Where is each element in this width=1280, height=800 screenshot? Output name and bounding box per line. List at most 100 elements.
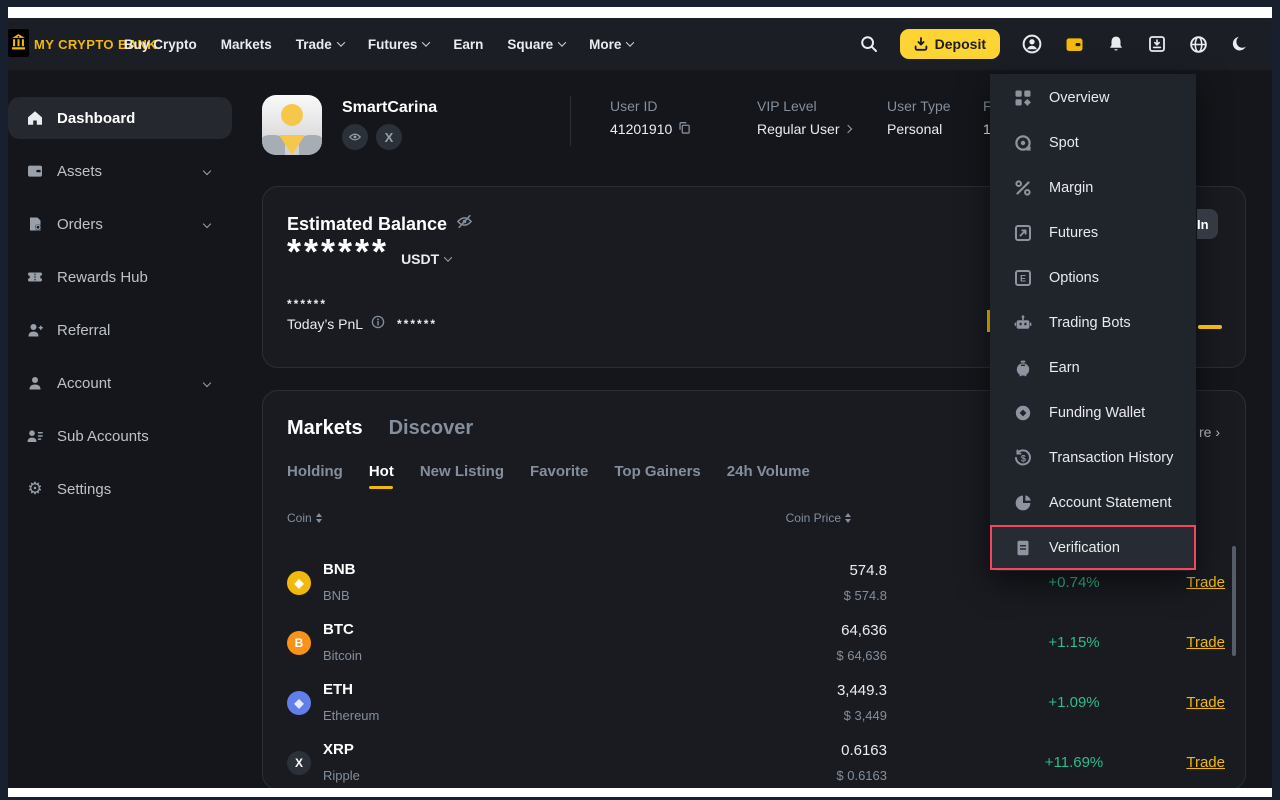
masked-pnl: ****** xyxy=(397,317,437,331)
main-nav: Buy Crypto Markets Trade Futures Earn Sq… xyxy=(124,18,633,70)
trade-link[interactable]: Trade xyxy=(1186,574,1225,591)
profile-eye-icon[interactable] xyxy=(342,124,368,150)
sidebar-item-dashboard[interactable]: Dashboard xyxy=(8,97,232,139)
info-icon[interactable] xyxy=(371,315,385,332)
vip-level-value[interactable]: Regular User xyxy=(757,121,851,137)
menu-item-earn[interactable]: Earn xyxy=(990,345,1196,390)
column-coin[interactable]: Coin xyxy=(287,511,322,525)
verification-document-icon xyxy=(1013,538,1033,558)
menu-item-transaction-history[interactable]: $ Transaction History xyxy=(990,435,1196,480)
markets-tabs: Holding Hot New Listing Favorite Top Gai… xyxy=(287,463,810,480)
masked-fiat-balance: ****** xyxy=(287,297,327,311)
nav-buy-crypto[interactable]: Buy Crypto xyxy=(124,37,197,52)
sidebar-item-orders[interactable]: Orders xyxy=(8,203,232,245)
tab-top-gainers[interactable]: Top Gainers xyxy=(614,463,700,480)
sidebar-item-rewards-hub[interactable]: Rewards Hub xyxy=(8,256,232,298)
nav-trade[interactable]: Trade xyxy=(296,37,344,52)
margin-percent-icon xyxy=(1013,178,1033,198)
brand-logo[interactable] xyxy=(8,29,29,57)
language-globe-icon[interactable] xyxy=(1188,34,1209,55)
copy-icon[interactable] xyxy=(678,121,691,137)
dark-mode-moon-icon[interactable] xyxy=(1230,34,1250,54)
tab-24h-volume[interactable]: 24h Volume xyxy=(727,463,810,480)
menu-item-overview[interactable]: Overview xyxy=(990,75,1196,120)
wallet-icon[interactable] xyxy=(1064,34,1085,55)
vip-level-block: VIP Level Regular User xyxy=(757,98,851,137)
nav-markets[interactable]: Markets xyxy=(221,37,272,52)
trade-link[interactable]: Trade xyxy=(1186,634,1225,651)
market-row-btc[interactable]: B BTC Bitcoin 64,636 $ 64,636 +1.15% Tra… xyxy=(287,611,1225,671)
navbar-actions: Deposit xyxy=(859,18,1250,70)
menu-item-futures[interactable]: Futures xyxy=(990,210,1196,255)
transaction-history-icon: $ xyxy=(1013,448,1033,468)
x-social-icon[interactable]: X xyxy=(376,124,402,150)
sort-icon xyxy=(845,513,851,523)
markets-title[interactable]: Markets xyxy=(287,417,363,440)
notifications-bell-icon[interactable] xyxy=(1106,34,1126,54)
menu-item-options[interactable]: E Options xyxy=(990,255,1196,300)
download-app-icon[interactable] xyxy=(1147,34,1167,54)
profile-divider xyxy=(570,96,571,146)
orders-document-icon xyxy=(26,215,44,233)
profile-icon[interactable] xyxy=(1021,33,1043,55)
nav-square[interactable]: Square xyxy=(507,37,565,52)
discover-title[interactable]: Discover xyxy=(389,417,474,440)
btc-coin-icon: B xyxy=(287,631,311,655)
home-icon xyxy=(26,109,44,127)
eye-off-icon[interactable] xyxy=(456,213,473,235)
sub-accounts-icon xyxy=(26,427,44,445)
account-person-icon xyxy=(26,374,44,392)
menu-item-spot[interactable]: Spot xyxy=(990,120,1196,165)
sidebar-item-account[interactable]: Account xyxy=(8,362,232,404)
nav-earn[interactable]: Earn xyxy=(453,37,483,52)
menu-item-funding-wallet[interactable]: Funding Wallet xyxy=(990,390,1196,435)
tab-new-listing[interactable]: New Listing xyxy=(420,463,504,480)
chevron-down-icon xyxy=(558,38,566,46)
sort-icon xyxy=(316,513,322,523)
chevron-down-icon xyxy=(203,220,211,228)
window-frame xyxy=(0,0,1280,7)
rewards-ticket-icon xyxy=(26,268,44,286)
market-row-eth[interactable]: ◆ ETH Ethereum 3,449.3 $ 3,449 +1.09% Tr… xyxy=(287,671,1225,731)
sidebar-item-sub-accounts[interactable]: Sub Accounts xyxy=(8,415,232,457)
currency-selector[interactable]: USDT xyxy=(401,251,451,267)
menu-item-verification[interactable]: Verification xyxy=(990,525,1196,570)
sidebar-item-settings[interactable]: ⚙ Settings xyxy=(8,468,232,510)
user-id-label: User ID xyxy=(610,98,691,114)
assets-wallet-icon xyxy=(26,162,44,180)
chevron-down-icon xyxy=(203,379,211,387)
spot-icon xyxy=(1013,133,1033,153)
trade-link[interactable]: Trade xyxy=(1186,694,1225,711)
account-dropdown-menu: Overview Spot Margin Futures E Options T… xyxy=(990,74,1196,571)
cash-in-button-fragment[interactable]: In xyxy=(1197,209,1218,239)
window-frame xyxy=(0,0,8,800)
nav-futures[interactable]: Futures xyxy=(368,37,430,52)
sidebar-item-referral[interactable]: Referral xyxy=(8,309,232,351)
tab-favorite[interactable]: Favorite xyxy=(530,463,588,480)
column-coin-price[interactable]: Coin Price xyxy=(786,511,851,525)
search-icon[interactable] xyxy=(859,34,879,54)
market-row-xrp[interactable]: X XRP Ripple 0.6163 $ 0.6163 +11.69% Tra… xyxy=(287,731,1225,790)
sidebar-item-assets[interactable]: Assets xyxy=(8,150,232,192)
svg-text:E: E xyxy=(1020,273,1026,283)
user-id-block: User ID 41201910 xyxy=(610,98,691,137)
chevron-down-icon xyxy=(203,167,211,175)
user-type-block: User Type Personal xyxy=(887,98,951,137)
top-white-strip xyxy=(8,7,1272,18)
pnl-label: Today’s PnL xyxy=(287,316,363,332)
vip-level-label: VIP Level xyxy=(757,98,851,114)
nav-more[interactable]: More xyxy=(589,37,633,52)
trade-link[interactable]: Trade xyxy=(1186,754,1225,771)
menu-item-account-statement[interactable]: Account Statement xyxy=(990,480,1196,525)
menu-item-trading-bots[interactable]: Trading Bots xyxy=(990,300,1196,345)
tab-holding[interactable]: Holding xyxy=(287,463,343,480)
futures-icon xyxy=(1013,223,1033,243)
avatar xyxy=(262,95,322,155)
menu-item-margin[interactable]: Margin xyxy=(990,165,1196,210)
chevron-down-icon xyxy=(337,38,345,46)
deposit-button[interactable]: Deposit xyxy=(900,29,1000,59)
table-scrollbar[interactable] xyxy=(1232,546,1236,656)
tab-hot[interactable]: Hot xyxy=(369,463,394,480)
masked-balance: ****** xyxy=(287,231,389,273)
settings-gear-icon: ⚙ xyxy=(26,480,44,498)
